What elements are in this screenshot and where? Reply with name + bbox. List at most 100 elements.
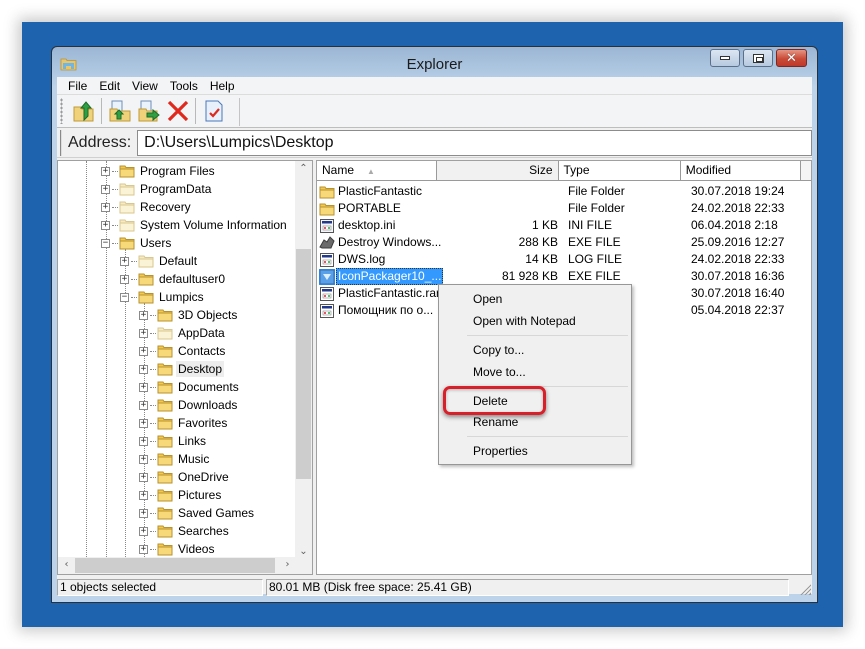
context-menu-item-copy-to[interactable]: Copy to...: [441, 340, 629, 360]
file-name: PlasticFantastic.rar: [338, 286, 441, 300]
collapse-icon[interactable]: −: [120, 292, 129, 302]
column-header-size[interactable]: Size: [437, 161, 559, 181]
expand-icon[interactable]: +: [120, 274, 129, 284]
tree-item[interactable]: + System Volume Information: [101, 216, 289, 234]
tree-item[interactable]: + ProgramData: [101, 180, 213, 198]
file-row[interactable]: desktop.ini 1 KB INI FILE 06.04.2018 2:18: [317, 217, 811, 234]
menu-file[interactable]: File: [62, 77, 93, 95]
scroll-left-arrow-icon[interactable]: ‹: [58, 559, 75, 570]
context-menu-item-open-with-notepad[interactable]: Open with Notepad: [441, 311, 629, 331]
file-modified: 24.02.2018 22:33: [691, 252, 785, 266]
expand-icon[interactable]: +: [101, 220, 110, 230]
tree-item[interactable]: + Videos: [139, 540, 216, 558]
menu-view[interactable]: View: [126, 77, 164, 95]
expand-icon[interactable]: +: [139, 526, 148, 536]
status-size-info: 80.01 MB (Disk free space: 25.41 GB): [266, 579, 789, 596]
tree-item[interactable]: + Saved Games: [139, 504, 256, 522]
tree-item[interactable]: + Program Files: [101, 162, 217, 180]
tree-item[interactable]: + OneDrive: [139, 468, 231, 486]
file-name: DWS.log: [338, 252, 386, 266]
tree-item[interactable]: − Users: [101, 234, 173, 252]
context-menu-separator: [467, 335, 628, 336]
menu-help[interactable]: Help: [204, 77, 241, 95]
expand-icon[interactable]: +: [139, 346, 148, 356]
folder-icon: [119, 163, 135, 179]
folder-icon: [138, 289, 154, 305]
close-button[interactable]: ✕: [776, 49, 807, 67]
expand-icon[interactable]: +: [139, 544, 148, 554]
tree-vertical-scrollbar[interactable]: ⌃ ⌄: [295, 161, 312, 559]
panes: + Program Files + ProgramData + Recovery + Syst…: [57, 159, 812, 576]
expand-icon[interactable]: +: [139, 436, 148, 446]
tree-horizontal-scrollbar[interactable]: ‹ ›: [58, 557, 296, 574]
file-row[interactable]: PlasticFantastic File Folder 30.07.2018 19…: [317, 183, 811, 200]
tree-horizontal-scroll-thumb[interactable]: [75, 558, 275, 573]
expand-icon[interactable]: +: [139, 310, 148, 320]
title-bar[interactable]: Explorer ✕: [57, 47, 812, 77]
expand-icon[interactable]: +: [101, 184, 110, 194]
delete-button[interactable]: [163, 97, 192, 125]
folder-icon: [157, 469, 173, 485]
tree-item[interactable]: + Default: [120, 252, 199, 270]
context-menu-item-properties[interactable]: Properties: [441, 441, 629, 461]
expand-icon[interactable]: +: [101, 166, 110, 176]
tree-item[interactable]: + Searches: [139, 522, 231, 540]
scroll-down-arrow-icon[interactable]: ⌄: [295, 546, 312, 557]
expand-icon[interactable]: +: [139, 328, 148, 338]
column-header-name[interactable]: Name ▲: [317, 161, 438, 181]
move-to-button[interactable]: [134, 97, 163, 125]
expand-icon[interactable]: +: [120, 256, 129, 266]
context-menu-item-open[interactable]: Open: [441, 289, 629, 309]
close-icon: ✕: [786, 50, 797, 66]
file-row[interactable]: IconPackager10_... 81 928 KB EXE FILE 30.07…: [317, 268, 811, 285]
tree-item[interactable]: + defaultuser0: [120, 270, 227, 288]
minimize-button[interactable]: [710, 49, 740, 67]
context-menu-item-rename[interactable]: Rename: [441, 412, 629, 432]
tree-item[interactable]: + Downloads: [139, 396, 239, 414]
expand-icon[interactable]: +: [139, 400, 148, 410]
expand-icon[interactable]: +: [139, 364, 148, 374]
tree-item-label: Desktop: [176, 361, 225, 377]
menu-tools[interactable]: Tools: [164, 77, 204, 95]
expand-icon[interactable]: +: [139, 472, 148, 482]
resize-grip[interactable]: [799, 583, 811, 595]
tree-item[interactable]: + AppData: [139, 324, 227, 342]
tree-item[interactable]: + Music: [139, 450, 211, 468]
copy-to-button[interactable]: [105, 97, 134, 125]
expand-icon[interactable]: +: [139, 490, 148, 500]
toolbar: [57, 95, 812, 128]
expand-icon[interactable]: +: [101, 202, 110, 212]
expand-icon[interactable]: +: [139, 508, 148, 518]
address-input[interactable]: D:\Users\Lumpics\Desktop: [137, 129, 812, 156]
file-name-cell: PlasticFantastic: [319, 183, 439, 200]
select-all-button[interactable]: [199, 97, 228, 125]
tree-item[interactable]: + Contacts: [139, 342, 227, 360]
sort-ascending-icon: ▲: [367, 167, 375, 176]
tree-vertical-scroll-thumb[interactable]: [296, 249, 311, 479]
tree-item[interactable]: + Recovery: [101, 198, 193, 216]
context-menu-item-move-to[interactable]: Move to...: [441, 362, 629, 382]
expand-icon[interactable]: +: [139, 382, 148, 392]
maximize-button[interactable]: [743, 49, 773, 67]
menu-edit[interactable]: Edit: [93, 77, 126, 95]
tree-item-label: Documents: [178, 380, 239, 394]
expand-icon[interactable]: +: [139, 418, 148, 428]
collapse-icon[interactable]: −: [101, 238, 110, 248]
up-folder-button[interactable]: [69, 97, 98, 125]
expand-icon[interactable]: +: [139, 454, 148, 464]
scroll-up-arrow-icon[interactable]: ⌃: [295, 163, 312, 174]
tree-item[interactable]: − Lumpics: [120, 288, 206, 306]
toolbar-grip[interactable]: [60, 98, 63, 124]
tree-item[interactable]: + Pictures: [139, 486, 223, 504]
column-header-type[interactable]: Type: [558, 161, 681, 181]
column-header-modified[interactable]: Modified: [680, 161, 802, 181]
tree-item[interactable]: +3D Objects: [139, 306, 239, 324]
tree-item[interactable]: + Documents: [139, 378, 241, 396]
tree-item[interactable]: + Links: [139, 432, 208, 450]
tree-item[interactable]: + Desktop: [139, 360, 225, 378]
scroll-right-arrow-icon[interactable]: ›: [279, 559, 296, 570]
file-row[interactable]: DWS.log 14 KB LOG FILE 24.02.2018 22:33: [317, 251, 811, 268]
file-row[interactable]: PORTABLE File Folder 24.02.2018 22:33: [317, 200, 811, 217]
tree-item[interactable]: + Favorites: [139, 414, 229, 432]
file-row[interactable]: Destroy Windows... 288 KB EXE FILE 25.09.20…: [317, 234, 811, 251]
